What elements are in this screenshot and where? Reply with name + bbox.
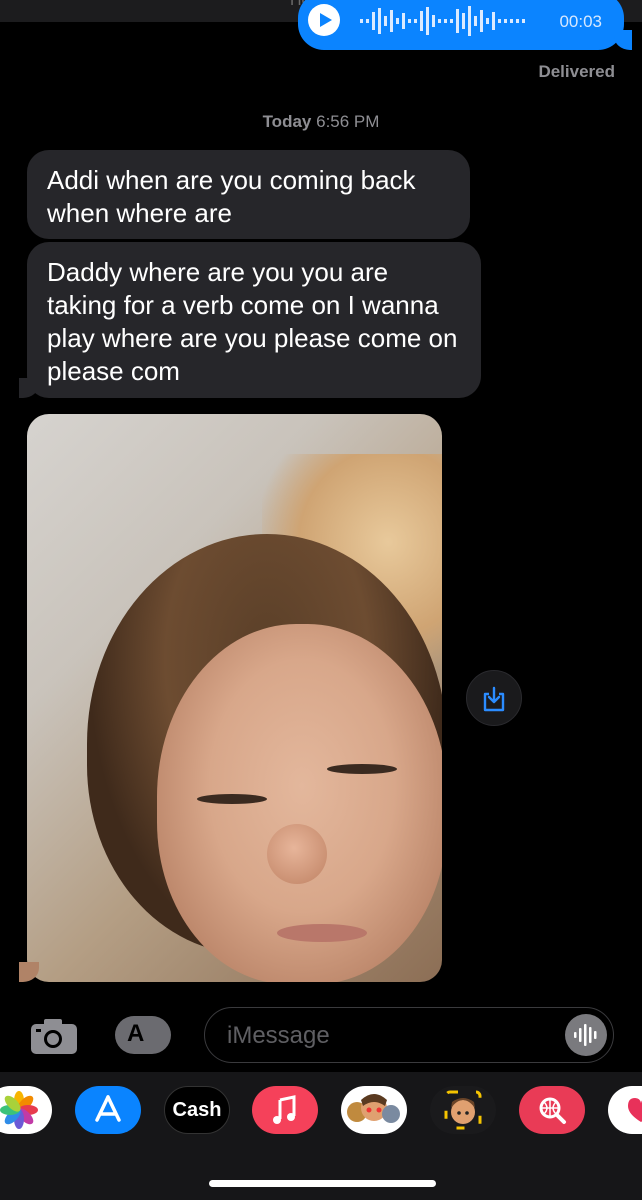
incoming-message[interactable]: Addi when are you coming back when where…: [27, 150, 470, 239]
camera-icon[interactable]: [30, 1017, 78, 1055]
memoji-icon[interactable]: [430, 1086, 496, 1134]
message-text: Addi when are you coming back when where…: [47, 165, 416, 228]
timestamp-day: Today: [262, 112, 312, 131]
apple-cash-icon[interactable]: Cash: [164, 1086, 230, 1134]
app-store-icon[interactable]: [75, 1086, 141, 1134]
bubble-tail: [19, 378, 39, 398]
app-store-button[interactable]: A: [115, 1016, 171, 1054]
audio-waveform-icon: [360, 6, 525, 36]
photo-eye: [197, 794, 267, 804]
audio-duration: 00:03: [559, 12, 602, 31]
imessage-placeholder: iMessage: [227, 1022, 330, 1049]
save-photo-button[interactable]: [466, 670, 522, 726]
incoming-photo[interactable]: [27, 414, 442, 982]
microphone-waveform-icon: [574, 1024, 597, 1046]
apple-cash-label: Cash: [172, 1099, 222, 1121]
photo-mouth: [277, 924, 367, 942]
digital-touch-icon[interactable]: [608, 1086, 642, 1134]
message-timestamp: Today 6:56 PM: [0, 112, 642, 132]
save-to-photos-icon: [483, 686, 505, 712]
message-text: Daddy where are you you are taking for a…: [47, 257, 458, 386]
bubble-tail: [19, 962, 39, 982]
photos-app-icon[interactable]: [0, 1086, 52, 1134]
outgoing-audio-message[interactable]: 00:03: [298, 0, 632, 50]
photo-nose: [267, 824, 327, 884]
imessage-input[interactable]: iMessage: [204, 1007, 614, 1063]
incoming-message[interactable]: Daddy where are you you are taking for a…: [19, 242, 481, 398]
app-store-icon: A: [127, 1020, 145, 1047]
memoji-stickers-icon[interactable]: [341, 1086, 407, 1134]
home-indicator: [209, 1180, 436, 1187]
web-search-icon[interactable]: [519, 1086, 585, 1134]
delivered-status: Delivered: [538, 62, 615, 81]
timestamp-time: 6:56 PM: [316, 112, 380, 131]
bubble-tail: [614, 30, 632, 50]
photo-eye: [327, 764, 397, 774]
music-app-icon[interactable]: [252, 1086, 318, 1134]
audio-record-button[interactable]: [565, 1014, 607, 1056]
play-icon[interactable]: [308, 4, 340, 36]
